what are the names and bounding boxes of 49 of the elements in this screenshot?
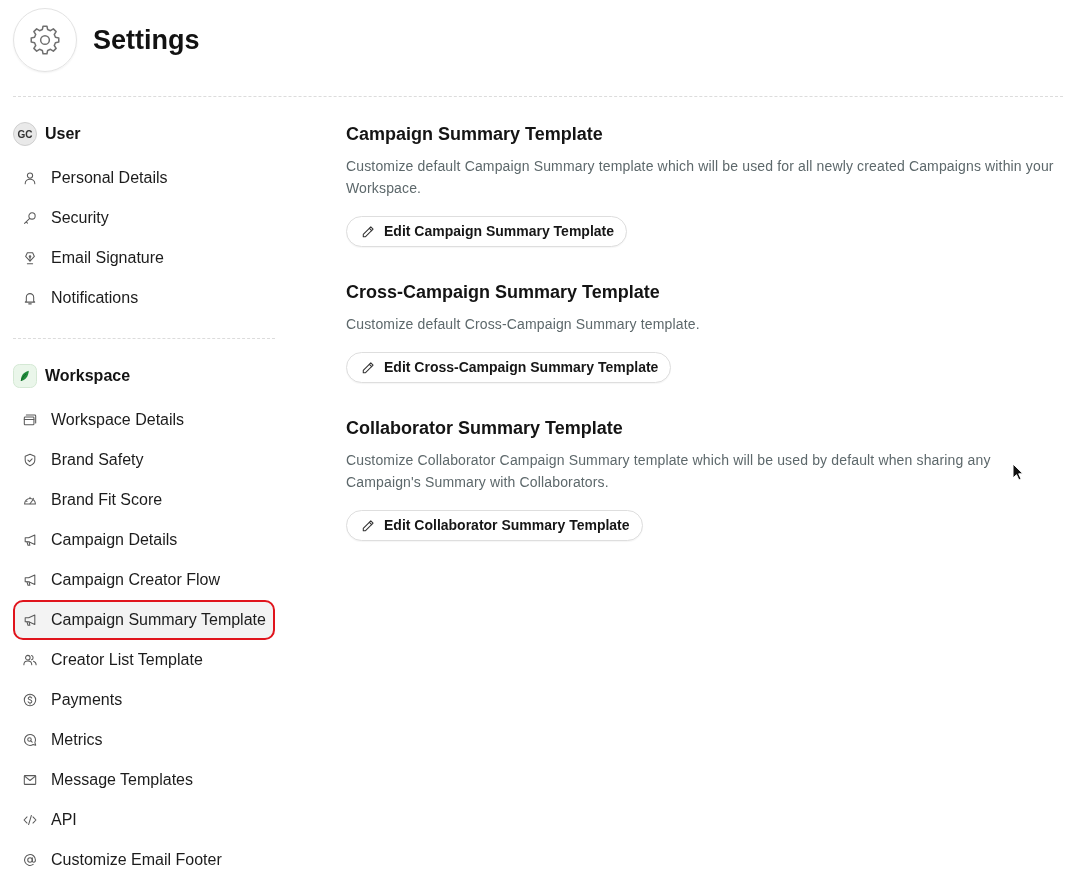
sidebar-item[interactable]: Security xyxy=(13,198,275,238)
sidebar-item[interactable]: API xyxy=(13,800,275,840)
code-icon xyxy=(23,813,37,827)
pen-nib-icon xyxy=(23,251,37,265)
sidebar-item[interactable]: Payments xyxy=(13,680,275,720)
section-title: Collaborator Summary Template xyxy=(346,417,624,440)
section-description: Customize Collaborator Campaign Summary template which will be used by default when sharing any Campaign's Summary with Collaborators. xyxy=(346,452,991,490)
key-icon xyxy=(23,211,37,225)
megaphone-icon xyxy=(23,573,37,587)
megaphone-icon xyxy=(23,613,37,627)
edit-template-button[interactable]: Edit Collaborator Summary Template xyxy=(346,510,643,541)
sidebar-item[interactable]: Message Templates xyxy=(13,760,275,800)
sidebar-item[interactable]: Personal Details xyxy=(13,158,275,198)
sidebar-item[interactable]: Campaign Details xyxy=(13,520,275,560)
sidebar-item[interactable]: Email Signature xyxy=(13,238,275,278)
person-icon xyxy=(23,171,37,185)
megaphone-icon xyxy=(23,533,37,547)
envelope-icon xyxy=(23,773,37,787)
sidebar-item[interactable]: Notifications xyxy=(13,278,275,318)
leaf-logo-icon xyxy=(13,364,37,388)
window-icon xyxy=(23,413,37,427)
bell-icon xyxy=(23,291,37,305)
sidebar-item[interactable]: Campaign Creator Flow xyxy=(13,560,275,600)
sidebar-item[interactable]: Customize Email Footer xyxy=(13,840,275,878)
sidebar-item[interactable]: Metrics xyxy=(13,720,275,760)
sidebar-item[interactable]: Workspace Details xyxy=(13,400,275,440)
section-heading: Workspace xyxy=(45,366,131,386)
section-description: Customize default Campaign Summary template which will be used for all newly created Campaigns within your Workspace. xyxy=(346,158,1054,196)
at-sign-icon xyxy=(23,853,37,867)
pencil-icon xyxy=(361,518,375,533)
dollar-circle-icon xyxy=(23,693,37,707)
sidebar-item[interactable]: Brand Safety xyxy=(13,440,275,480)
section-title: Campaign Summary Template xyxy=(346,123,604,146)
sidebar-item[interactable]: Brand Fit Score xyxy=(13,480,275,520)
pencil-icon xyxy=(361,360,375,375)
section-heading: User xyxy=(45,124,81,144)
section-description: Customize default Cross-Campaign Summary template. xyxy=(346,316,700,332)
edit-template-button[interactable]: Edit Campaign Summary Template xyxy=(346,216,627,247)
page-title: Settings xyxy=(93,23,200,57)
pencil-icon xyxy=(361,224,375,239)
two-people-icon xyxy=(23,653,37,667)
user-avatar: GC xyxy=(13,122,37,146)
edit-template-button[interactable]: Edit Cross-Campaign Summary Template xyxy=(346,352,672,383)
sidebar-item[interactable]: Creator List Template xyxy=(13,640,275,680)
sidebar-item[interactable]: Campaign Summary Template xyxy=(13,600,275,640)
mouse-pointer-icon xyxy=(1012,463,1024,481)
chat-search-icon xyxy=(23,733,37,747)
section-title: Cross-Campaign Summary Template xyxy=(346,281,661,304)
shield-check-icon xyxy=(23,453,37,467)
